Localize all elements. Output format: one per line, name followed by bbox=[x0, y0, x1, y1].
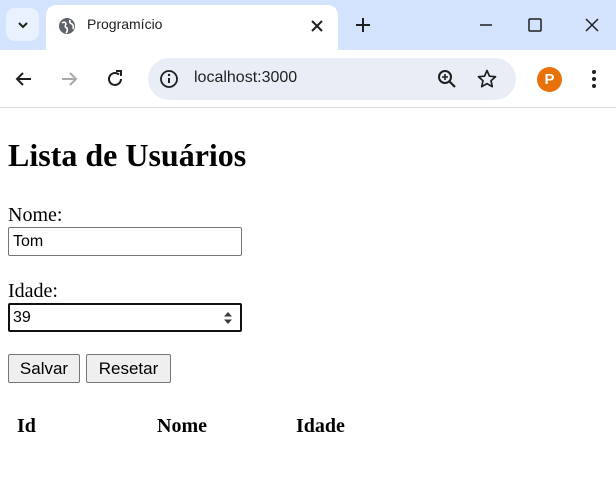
tab-title: Programício bbox=[87, 16, 163, 32]
reset-button[interactable]: Resetar bbox=[86, 354, 171, 383]
name-input-value: Tom bbox=[13, 233, 44, 250]
close-icon[interactable] bbox=[308, 17, 326, 35]
site-info-icon[interactable] bbox=[159, 69, 179, 89]
reload-icon[interactable] bbox=[104, 68, 126, 90]
table-header-id: Id bbox=[17, 415, 36, 437]
page-title: Lista de Usuários bbox=[8, 137, 247, 173]
address-bar[interactable]: localhost:3000 bbox=[148, 58, 516, 100]
star-icon[interactable] bbox=[476, 68, 498, 90]
tab-strip: Programício bbox=[0, 0, 616, 50]
save-button[interactable]: Salvar bbox=[8, 354, 80, 383]
browser-toolbar: localhost:3000 P bbox=[0, 50, 616, 108]
profile-initial: P bbox=[544, 71, 555, 88]
window-close-icon[interactable] bbox=[580, 13, 604, 37]
table-header-idade: Idade bbox=[296, 415, 345, 437]
zoom-icon[interactable] bbox=[436, 68, 458, 90]
profile-avatar[interactable]: P bbox=[537, 67, 562, 92]
name-input[interactable]: Tom bbox=[8, 227, 242, 256]
globe-icon bbox=[59, 18, 75, 34]
active-tab[interactable]: Programício bbox=[46, 5, 338, 50]
tab-search-icon bbox=[17, 21, 28, 28]
minimize-icon[interactable] bbox=[474, 13, 498, 37]
forward-arrow-icon[interactable] bbox=[58, 68, 80, 90]
back-arrow-icon[interactable] bbox=[13, 68, 35, 90]
name-label: Nome: bbox=[8, 204, 63, 226]
plus-icon[interactable] bbox=[352, 14, 374, 36]
age-input-value: 39 bbox=[13, 309, 31, 326]
age-input[interactable]: 39 bbox=[8, 303, 242, 332]
table-header-nome: Nome bbox=[157, 415, 207, 437]
url-text: localhost:3000 bbox=[194, 69, 298, 86]
kebab-menu-icon[interactable] bbox=[584, 68, 604, 90]
maximize-icon[interactable] bbox=[523, 13, 547, 37]
age-label: Idade: bbox=[8, 280, 58, 302]
tab-search-button[interactable] bbox=[6, 8, 39, 41]
page-content: Lista de Usuários Nome: Tom Idade: 39 Sa… bbox=[0, 109, 616, 481]
number-spinner-icon[interactable] bbox=[222, 310, 234, 326]
